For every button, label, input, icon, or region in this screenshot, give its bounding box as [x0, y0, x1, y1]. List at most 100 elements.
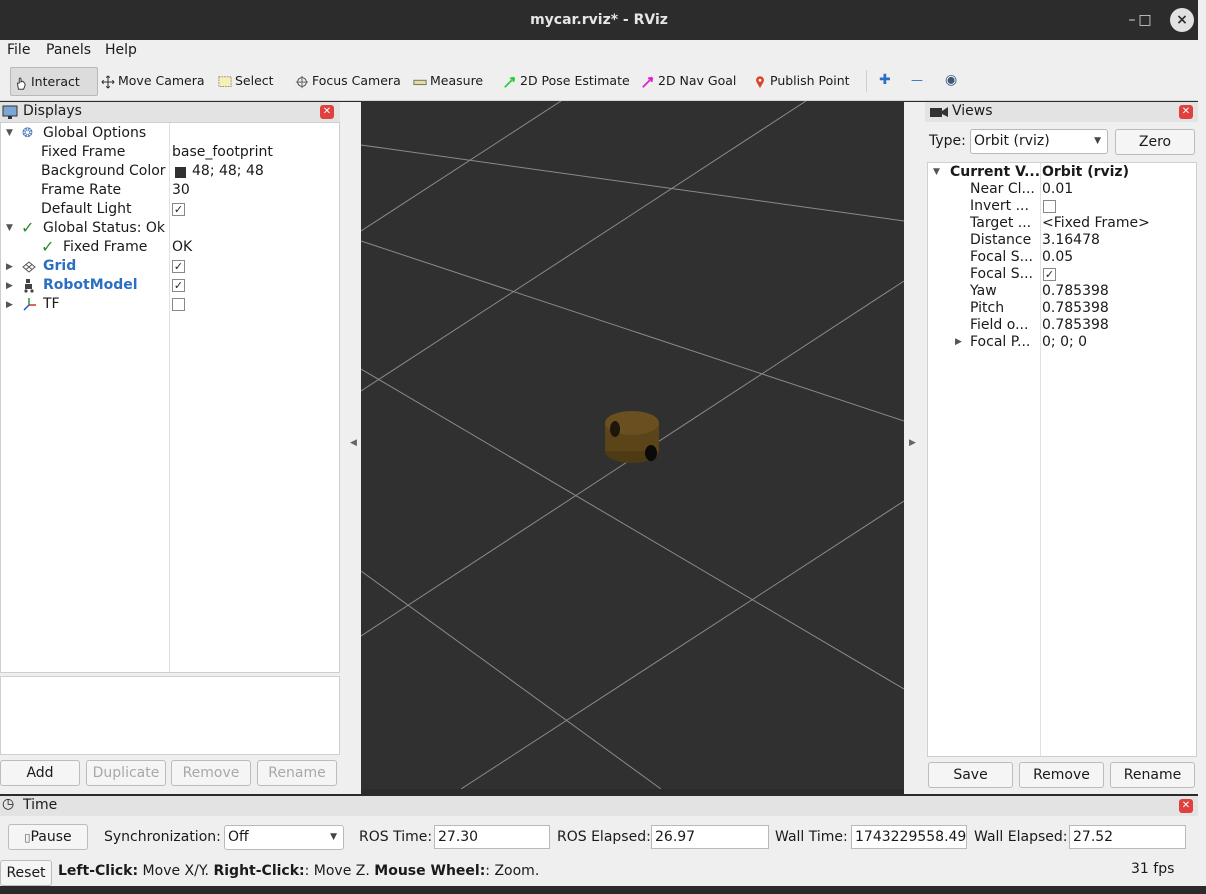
focus-camera-tool-button[interactable]: Focus Camera	[294, 67, 401, 94]
ruler-icon	[413, 79, 427, 85]
magenta-arrow-icon	[642, 76, 654, 88]
collapse-right-arrow-icon[interactable]: ▶	[909, 438, 916, 448]
pitch-value[interactable]: 0.785398	[1042, 300, 1109, 317]
move-arrows-icon	[101, 75, 115, 88]
background-color-swatch[interactable]	[175, 167, 186, 178]
view-type-label: Type:	[929, 133, 966, 149]
menu-panels[interactable]: Panels	[46, 42, 91, 58]
maximize-button[interactable]: □	[1133, 8, 1157, 32]
collapse-left-arrow-icon[interactable]: ◀	[350, 438, 357, 448]
view-type-dropdown[interactable]: Orbit (rviz) ▼	[970, 129, 1108, 154]
views-close-icon[interactable]: ✕	[1179, 105, 1193, 119]
remove-display-button[interactable]: Remove	[171, 760, 251, 786]
duplicate-display-button[interactable]: Duplicate	[86, 760, 166, 786]
time-close-icon[interactable]: ✕	[1179, 799, 1193, 813]
robot-model-checkbox[interactable]: ✓	[172, 279, 185, 292]
left-splitter[interactable]	[340, 102, 361, 794]
views-panel-header: Views ✕	[925, 102, 1198, 122]
rename-display-button[interactable]: Rename	[257, 760, 337, 786]
view-properties-tree: ▼ Current V... Orbit (rviz) Near Cl... 0…	[927, 162, 1197, 757]
yaw-value[interactable]: 0.785398	[1042, 283, 1109, 300]
collapse-arrow-icon[interactable]: ▶	[6, 300, 13, 310]
collapse-arrow-icon[interactable]: ▶	[955, 337, 962, 347]
close-window-button[interactable]: ×	[1170, 8, 1194, 32]
pose-estimate-tool-button[interactable]: 2D Pose Estimate	[502, 67, 630, 94]
distance-value[interactable]: 3.16478	[1042, 232, 1100, 249]
right-click-action: : Move Z.	[304, 863, 375, 879]
tf-display-item[interactable]: TF	[43, 295, 60, 314]
measure-tool-button[interactable]: Measure	[412, 67, 483, 94]
tool-bar: Interact Move Camera Select Focus Camera…	[0, 62, 1198, 101]
interact-tool-button[interactable]: Interact	[10, 67, 98, 96]
near-clip-value[interactable]: 0.01	[1042, 181, 1073, 198]
grid-display-item[interactable]: Grid	[43, 257, 76, 276]
wall-elapsed-field[interactable]: 27.52	[1069, 825, 1186, 849]
toolbar-separator	[866, 70, 867, 92]
mouse-wheel-action: : Zoom.	[485, 863, 540, 879]
focal-point-label: Focal P...	[970, 334, 1031, 350]
current-view-value: Orbit (rviz)	[1042, 164, 1129, 180]
nav-goal-tool-button[interactable]: 2D Nav Goal	[640, 67, 736, 94]
robot-model-display-item[interactable]: RobotModel	[43, 276, 138, 295]
background-bottom-strip	[0, 886, 1206, 894]
global-status-item[interactable]: Global Status: Ok	[43, 219, 165, 238]
right-splitter[interactable]	[904, 102, 925, 794]
menu-help[interactable]: Help	[105, 42, 137, 58]
green-arrow-icon	[504, 76, 516, 88]
target-frame-value[interactable]: <Fixed Frame>	[1042, 215, 1150, 232]
remove-view-button[interactable]: Remove	[1019, 762, 1104, 788]
rename-view-button[interactable]: Rename	[1110, 762, 1195, 788]
reset-button[interactable]: Reset	[0, 860, 52, 886]
zero-view-button[interactable]: Zero	[1115, 129, 1195, 155]
expand-arrow-icon[interactable]: ▼	[6, 128, 13, 138]
interact-label: Interact	[31, 74, 80, 89]
menu-bar: File Panels Help	[0, 40, 1198, 62]
window-title-bar[interactable]: mycar.rviz* - RViz – □ ×	[0, 0, 1198, 40]
global-options-item[interactable]: Global Options	[43, 124, 146, 143]
select-tool-button[interactable]: Select	[217, 67, 274, 94]
current-view-name[interactable]: Current V...	[950, 164, 1040, 181]
collapse-arrow-icon[interactable]: ▶	[6, 262, 13, 272]
wall-elapsed-label: Wall Elapsed:	[974, 829, 1068, 845]
pause-button[interactable]: ▯Pause	[8, 824, 88, 850]
fps-readout: 31 fps	[1131, 861, 1175, 877]
column-divider	[169, 123, 170, 672]
expand-arrow-icon[interactable]: ▼	[933, 167, 940, 177]
focal-shape-size-value[interactable]: 0.05	[1042, 249, 1073, 266]
displays-close-icon[interactable]: ✕	[320, 105, 334, 119]
robot-model-render	[605, 411, 659, 463]
clock-icon: ◷	[2, 796, 15, 812]
invert-z-checkbox[interactable]	[1043, 200, 1056, 213]
grid-checkbox[interactable]: ✓	[172, 260, 185, 273]
add-tool-plus-icon[interactable]: ✚	[879, 67, 891, 94]
expand-arrow-icon[interactable]: ▼	[6, 223, 13, 233]
pitch-label: Pitch	[970, 300, 1005, 316]
default-light-checkbox[interactable]: ✓	[172, 203, 185, 216]
field-of-view-value[interactable]: 0.785398	[1042, 317, 1109, 334]
3d-render-viewport[interactable]	[361, 101, 904, 789]
view-type-value: Orbit (rviz)	[974, 133, 1050, 149]
move-camera-tool-button[interactable]: Move Camera	[100, 67, 205, 94]
add-display-button[interactable]: Add	[0, 760, 80, 786]
background-terminal-strip	[1198, 0, 1206, 894]
synchronization-dropdown[interactable]: Off ▼	[224, 825, 344, 850]
wall-time-field[interactable]: 1743229558.49	[851, 825, 967, 849]
frame-rate-value[interactable]: 30	[172, 181, 190, 200]
background-color-value[interactable]: 48; 48; 48	[192, 162, 264, 181]
displays-tree: ▼ ❂ Global Options Fixed Frame base_foot…	[0, 122, 340, 673]
focal-shape-fixed-checkbox[interactable]: ✓	[1043, 268, 1056, 281]
focal-point-value[interactable]: 0; 0; 0	[1042, 334, 1087, 351]
tf-checkbox[interactable]	[172, 298, 185, 311]
robot-icon	[24, 279, 34, 293]
collapse-arrow-icon[interactable]: ▶	[6, 281, 13, 291]
publish-point-tool-button[interactable]: Publish Point	[752, 67, 850, 94]
select-box-icon	[218, 75, 232, 87]
ros-time-field[interactable]: 27.30	[434, 825, 550, 849]
column-divider	[1040, 163, 1041, 756]
eye-icon[interactable]: ◉	[945, 67, 957, 94]
ros-elapsed-field[interactable]: 26.97	[651, 825, 769, 849]
remove-tool-minus-icon[interactable]: —	[911, 67, 923, 94]
fixed-frame-value[interactable]: base_footprint	[172, 143, 273, 162]
menu-file[interactable]: File	[7, 42, 30, 58]
save-view-button[interactable]: Save	[928, 762, 1013, 788]
